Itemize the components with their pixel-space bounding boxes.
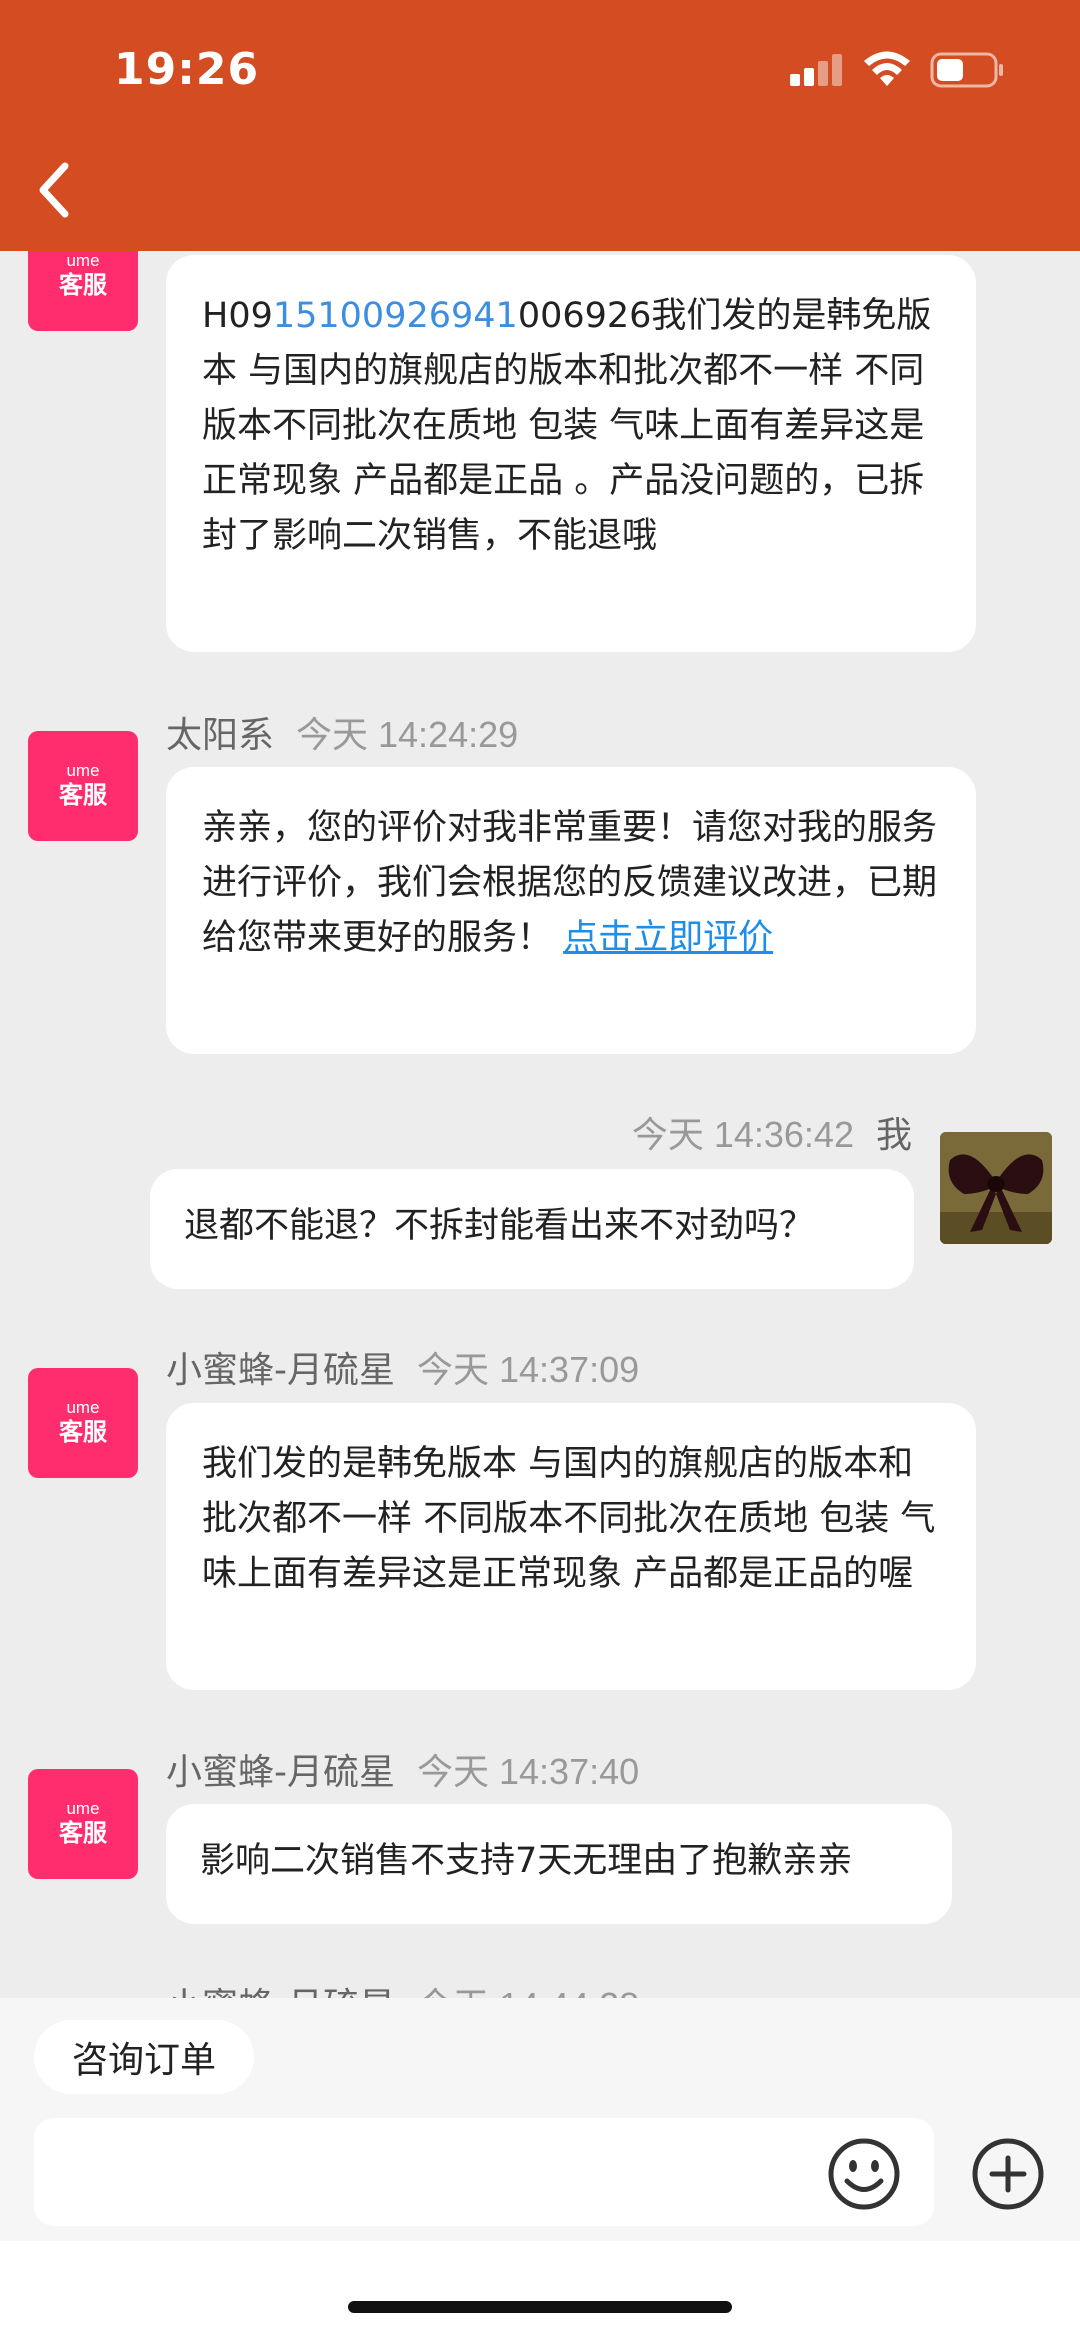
emoji-button[interactable] [826, 2136, 902, 2212]
sender-name: 小蜜蜂-月硫星 [166, 1752, 395, 1793]
sender-name: 太阳系 [166, 715, 275, 756]
top-bar: 19:26 [0, 0, 1080, 251]
agent-avatar[interactable]: ume 客服 [28, 1769, 138, 1879]
home-indicator-area [0, 2241, 1080, 2337]
input-panel: 咨询订单 [0, 1998, 1080, 2241]
message-time: 今天 14:24:29 [296, 714, 519, 755]
message-meta: 小蜜蜂-月硫星 今天 14:37:40 [166, 1743, 639, 1795]
message-bubble[interactable]: 我们发的是韩免版本 与国内的旗舰店的版本和批次都不一样 不同版本不同批次在质地 … [166, 1403, 976, 1690]
consult-order-chip[interactable]: 咨询订单 [34, 2020, 254, 2094]
plus-circle-icon [972, 2138, 1044, 2210]
message-time: 今天 14:36:42 [631, 1114, 854, 1155]
wifi-icon [864, 51, 910, 86]
message-bubble[interactable]: 影响二次销售不支持7天无理由了抱歉亲亲 [166, 1804, 952, 1924]
smiley-icon [828, 2138, 900, 2210]
back-button[interactable] [18, 150, 88, 230]
battery-icon [930, 52, 1003, 88]
rate-service-link[interactable]: 点击立即评价 [563, 918, 773, 958]
home-indicator[interactable] [348, 2301, 732, 2313]
chat-message-list[interactable]: ume 客服 H0915100926941006926我们发的是韩免版本 与国内… [0, 251, 1080, 1998]
message-meta: 今天 14:36:42 我 [632, 1106, 912, 1158]
sender-name: 我 [875, 1115, 912, 1156]
bow-image-icon [940, 1132, 1052, 1244]
message-input[interactable] [34, 2118, 934, 2226]
sender-name: 小蜜蜂-月硫星 [166, 1986, 395, 1998]
message-bubble[interactable]: 退都不能退？不拆封能看出来不对劲吗？ [150, 1169, 914, 1289]
message-bubble[interactable]: 亲亲，您的评价对我非常重要！请您对我的服务进行评价，我们会根据您的反馈建议改进，… [166, 767, 976, 1054]
message-time: 今天 14:44:28 [417, 1985, 639, 1998]
message-meta: 太阳系 今天 14:24:29 [166, 706, 518, 758]
sender-name: 小蜜蜂-月硫星 [166, 1350, 395, 1391]
chevron-left-icon [39, 162, 69, 218]
agent-avatar[interactable]: ume 客服 [28, 731, 138, 841]
user-avatar[interactable] [940, 1132, 1052, 1244]
phone-number-link[interactable]: 15100926941 [273, 296, 518, 336]
agent-avatar[interactable]: ume 客服 [28, 251, 138, 331]
message-meta: 小蜜蜂-月硫星 今天 14:37:09 [166, 1341, 639, 1393]
message-bubble[interactable]: H0915100926941006926我们发的是韩免版本 与国内的旗舰店的版本… [166, 255, 976, 652]
message-time: 今天 14:37:09 [417, 1349, 640, 1390]
status-time: 19:26 [114, 44, 260, 95]
more-options-button[interactable] [970, 2136, 1046, 2212]
cellular-signal-icon [790, 54, 842, 86]
message-time: 今天 14:37:40 [417, 1751, 640, 1792]
message-meta: 小蜜蜂-月硫星 今天 14:44:28 [166, 1977, 639, 1998]
agent-avatar[interactable]: ume 客服 [28, 1368, 138, 1478]
